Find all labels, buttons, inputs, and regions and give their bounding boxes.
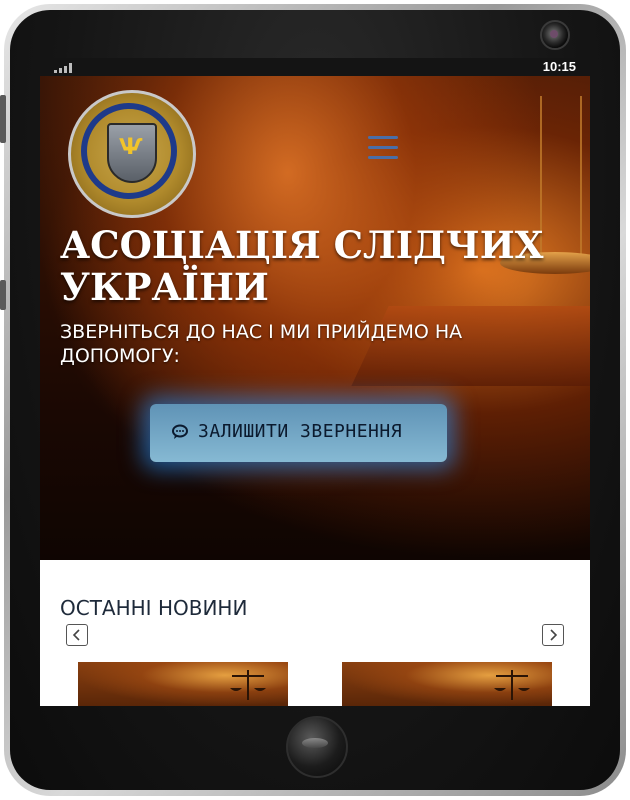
hero-subtitle-line: ДОПОМОГУ: (60, 345, 180, 367)
scales-of-justice-icon (230, 670, 266, 700)
side-button (0, 280, 6, 310)
leave-request-label: ЗАЛИШИТИ ЗВЕРНЕННЯ (198, 421, 403, 442)
news-section: ОСТАННІ НОВИНИ (40, 560, 590, 706)
page-title-line: УКРАЇНИ (60, 265, 269, 309)
association-emblem-icon[interactable]: Ѱ (68, 90, 196, 218)
hero-section: Ѱ АСОЦІАЦІЯ СЛІДЧИХ УКРАЇНИ ЗВЕРНІТЬСЯ Д… (40, 76, 590, 560)
hero-background-scale (580, 96, 582, 256)
news-card[interactable] (78, 662, 288, 706)
scales-of-justice-icon (494, 670, 530, 700)
tablet-device: 10:15 Ѱ АСОЦІАЦІЯ СЛІДЧИХ УКРАЇНИ ЗВЕРНІ… (0, 0, 630, 800)
chat-bubble-icon (172, 424, 188, 439)
hero-subtitle: ЗВЕРНІТЬСЯ ДО НАС І МИ ПРИЙДЕМО НА ДОПОМ… (60, 320, 560, 368)
side-button (0, 95, 6, 143)
carousel-next-button[interactable] (542, 624, 564, 646)
status-bar: 10:15 (40, 58, 590, 76)
hamburger-menu-icon[interactable] (368, 134, 398, 162)
news-card[interactable] (342, 662, 552, 706)
screen: 10:15 Ѱ АСОЦІАЦІЯ СЛІДЧИХ УКРАЇНИ ЗВЕРНІ… (40, 58, 590, 706)
signal-bars-icon (54, 63, 74, 73)
chevron-right-icon (550, 629, 558, 641)
chevron-left-icon (72, 629, 80, 641)
news-heading: ОСТАННІ НОВИНИ (60, 596, 248, 620)
hero-subtitle-line: ЗВЕРНІТЬСЯ ДО НАС І МИ ПРИЙДЕМО НА (60, 321, 463, 343)
carousel-prev-button[interactable] (66, 624, 88, 646)
home-button[interactable] (286, 716, 348, 778)
camera-icon (540, 20, 570, 50)
status-time: 10:15 (542, 59, 576, 74)
trident-icon: Ѱ (119, 135, 143, 160)
page-title: АСОЦІАЦІЯ СЛІДЧИХ УКРАЇНИ (60, 224, 560, 308)
page-title-line: АСОЦІАЦІЯ СЛІДЧИХ (60, 223, 544, 267)
leave-request-button[interactable]: ЗАЛИШИТИ ЗВЕРНЕННЯ (150, 404, 447, 462)
